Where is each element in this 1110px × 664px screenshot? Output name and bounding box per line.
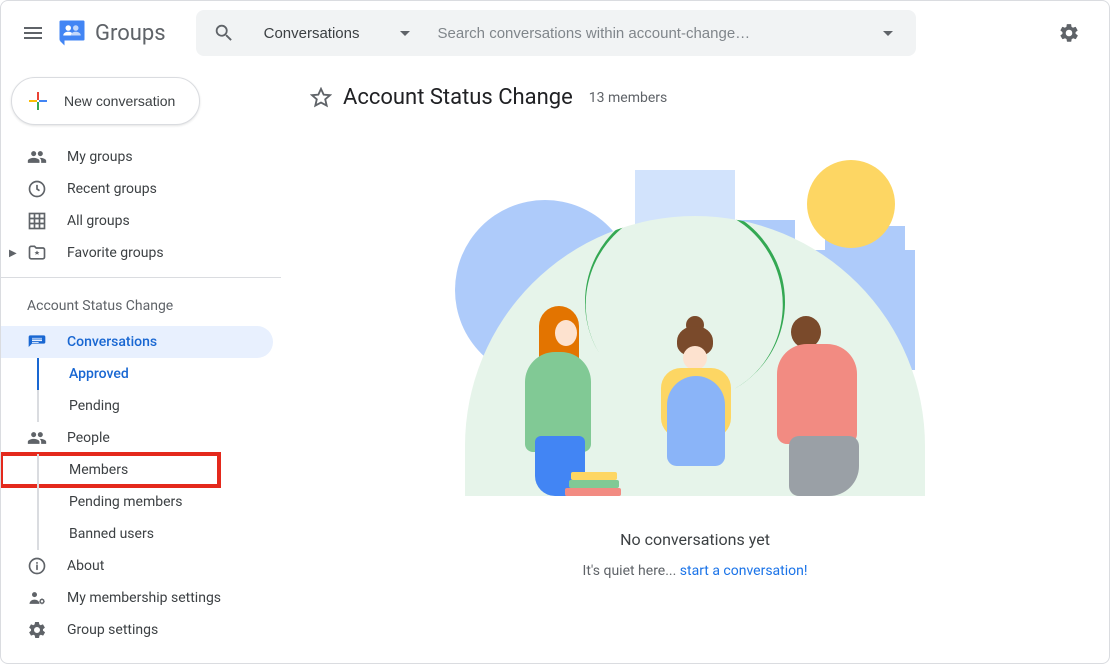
grid-icon [27,211,47,231]
clock-icon [27,179,47,199]
new-conversation-button[interactable]: New conversation [11,77,200,125]
nav-label: Recent groups [67,181,157,197]
starred-folder-icon [27,243,47,263]
start-conversation-link[interactable]: start a conversation! [680,563,808,579]
expand-arrow-icon: ▶ [9,248,21,259]
nav-pending-members[interactable]: Pending members [1,486,273,518]
new-conversation-label: New conversation [64,93,175,109]
person-gear-icon [27,588,47,608]
search-scope-dropdown[interactable]: Conversations [244,25,430,42]
settings-button[interactable] [1045,9,1093,57]
conversations-icon [27,332,47,352]
nav-favorite-groups[interactable]: ▶ Favorite groups [1,237,273,269]
main-content: Account Status Change 13 members No conv… [281,65,1109,663]
hamburger-icon [21,21,45,45]
people-icon [27,147,47,167]
nav-label: Banned users [69,526,154,542]
dropdown-arrow-icon [400,31,410,36]
nav-recent-groups[interactable]: Recent groups [1,173,273,205]
nav-label: Conversations [67,334,157,350]
search-scope-label: Conversations [264,25,360,42]
nav-label: About [67,558,104,574]
nav-approved[interactable]: Approved [1,358,273,390]
app-header: Groups Conversations [1,1,1109,65]
empty-state-title: No conversations yet [620,530,770,549]
nav-label: Pending members [69,494,183,510]
search-button[interactable] [204,13,244,53]
plus-icon [26,89,50,113]
nav-about[interactable]: About [1,550,273,582]
divider [1,277,281,278]
nav-my-groups[interactable]: My groups [1,141,273,173]
nav-label: Members [69,462,128,478]
groups-logo-icon [57,18,87,48]
nav-label: People [67,430,110,446]
people-icon [27,428,47,448]
star-outline-icon [310,87,332,109]
gear-icon [1058,22,1080,44]
dropdown-arrow-icon [883,31,893,36]
nav-label: Approved [69,366,129,382]
gear-icon [27,620,47,640]
sidebar: New conversation My groups Recent groups… [1,65,281,663]
search-icon [213,22,235,44]
group-section-header: Account Status Change [1,286,281,326]
info-icon [27,556,47,576]
nav-all-groups[interactable]: All groups [1,205,273,237]
nav-my-membership-settings[interactable]: My membership settings [1,582,273,614]
nav-label: Favorite groups [67,245,164,261]
nav-pending[interactable]: Pending [1,390,273,422]
page-title-row: Account Status Change 13 members [309,85,1081,110]
nav-label: Pending [69,398,120,414]
app-name: Groups [95,21,166,46]
search-bar: Conversations [196,10,916,56]
empty-state-prefix: It's quiet here... [583,563,680,579]
nav-people[interactable]: People [1,422,273,454]
nav-label: Group settings [67,622,158,638]
favorite-star-button[interactable] [309,86,333,110]
nav-label: My groups [67,149,133,165]
page-title: Account Status Change [343,85,573,110]
nav-banned-users[interactable]: Banned users [1,518,273,550]
nav-members[interactable]: Members [1,454,219,486]
empty-state: No conversations yet It's quiet here... … [309,150,1081,579]
nav-label: All groups [67,213,130,229]
empty-illustration [455,150,935,510]
app-logo[interactable]: Groups [57,18,166,48]
search-input[interactable] [430,25,868,42]
empty-state-subtitle: It's quiet here... start a conversation! [583,563,808,579]
nav-label: My membership settings [67,590,221,606]
nav-conversations[interactable]: Conversations [1,326,273,358]
main-menu-button[interactable] [9,9,57,57]
nav-group-settings[interactable]: Group settings [1,614,273,646]
member-count[interactable]: 13 members [589,90,667,106]
search-options-button[interactable] [868,13,908,53]
